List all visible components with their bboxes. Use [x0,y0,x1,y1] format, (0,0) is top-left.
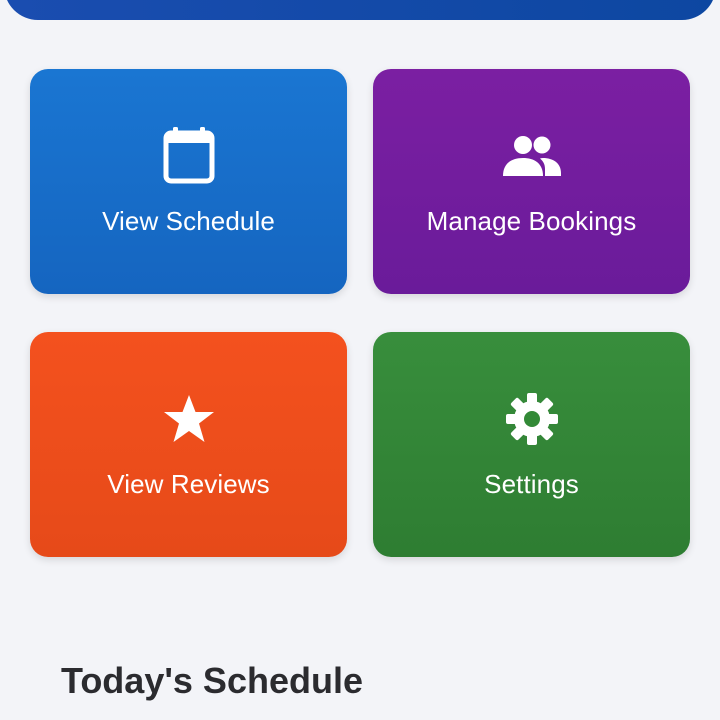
gear-icon [502,389,562,449]
dashboard-page: View Schedule Manage Bookings View Revie… [0,0,720,720]
settings-label: Settings [484,469,579,499]
header-bar [4,0,716,20]
view-schedule-tile[interactable]: View Schedule [30,69,347,294]
manage-bookings-label: Manage Bookings [426,206,637,236]
star-icon [159,389,219,449]
view-reviews-tile[interactable]: View Reviews [30,332,347,557]
people-icon [502,126,562,186]
view-schedule-label: View Schedule [102,206,275,236]
view-reviews-label: View Reviews [107,469,270,499]
calendar-icon [159,126,219,186]
settings-tile[interactable]: Settings [373,332,690,557]
todays-schedule-heading: Today's Schedule [61,660,363,701]
manage-bookings-tile[interactable]: Manage Bookings [373,69,690,294]
